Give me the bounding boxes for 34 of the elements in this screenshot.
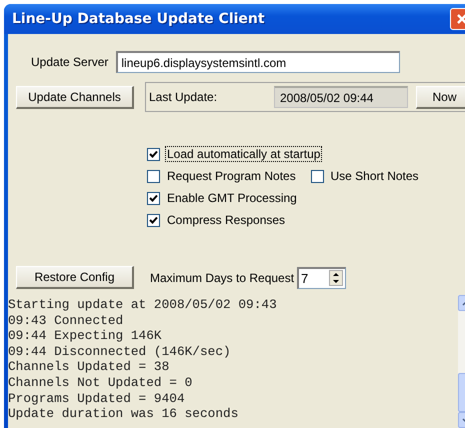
last-update-value: 2008/05/02 09:44 (274, 86, 408, 108)
log-line: Starting update at 2008/05/02 09:43 (8, 297, 278, 313)
server-field[interactable]: lineup6.displaysystemsintl.com (116, 51, 400, 73)
max-days-spinner[interactable]: 7 (297, 266, 346, 288)
log-line: 09:44 Expecting 146K (8, 328, 163, 344)
checkbox-label: Request Program Notes (166, 169, 297, 183)
max-days-label: Maximum Days to Request (150, 270, 294, 284)
checkbox-label: Compress Responses (166, 213, 286, 227)
checkbox-label: Use Short Notes (330, 169, 420, 183)
checkbox[interactable] (147, 148, 160, 160)
checkbox-label: Enable GMT Processing (166, 191, 298, 205)
max-days-value: 7 (300, 270, 310, 286)
checkbox-label: Load automatically at startup (166, 147, 322, 161)
checkbox[interactable] (147, 192, 160, 204)
checkmark-icon (149, 150, 158, 158)
checkmark-icon (149, 194, 158, 202)
restore-config-button[interactable]: Restore Config (16, 266, 134, 289)
checkbox[interactable] (147, 170, 160, 182)
window-title: Line-Up Database Update Client (12, 11, 265, 27)
log-line: Channels Not Updated = 0 (8, 374, 194, 391)
log-line: Update duration was 16 seconds (8, 406, 240, 422)
log-line: Programs Updated = 9404 (8, 390, 186, 406)
update-channels-button[interactable]: Update Channels (16, 86, 134, 108)
spin-arrows-icon[interactable] (329, 270, 344, 286)
server-label: Update Server (31, 55, 108, 69)
checkbox[interactable] (310, 170, 324, 182)
log-line: 09:43 Connected (8, 312, 124, 328)
now-button[interactable]: Now (416, 86, 465, 108)
close-icon (456, 13, 465, 25)
log-line: Channels Updated = 38 (8, 359, 170, 375)
checkmark-icon (149, 216, 158, 224)
last-update-label: Last Update: (149, 90, 218, 104)
checkbox[interactable] (147, 214, 160, 226)
log-line: 09:44 Disconnected (146K/sec) (8, 344, 232, 360)
